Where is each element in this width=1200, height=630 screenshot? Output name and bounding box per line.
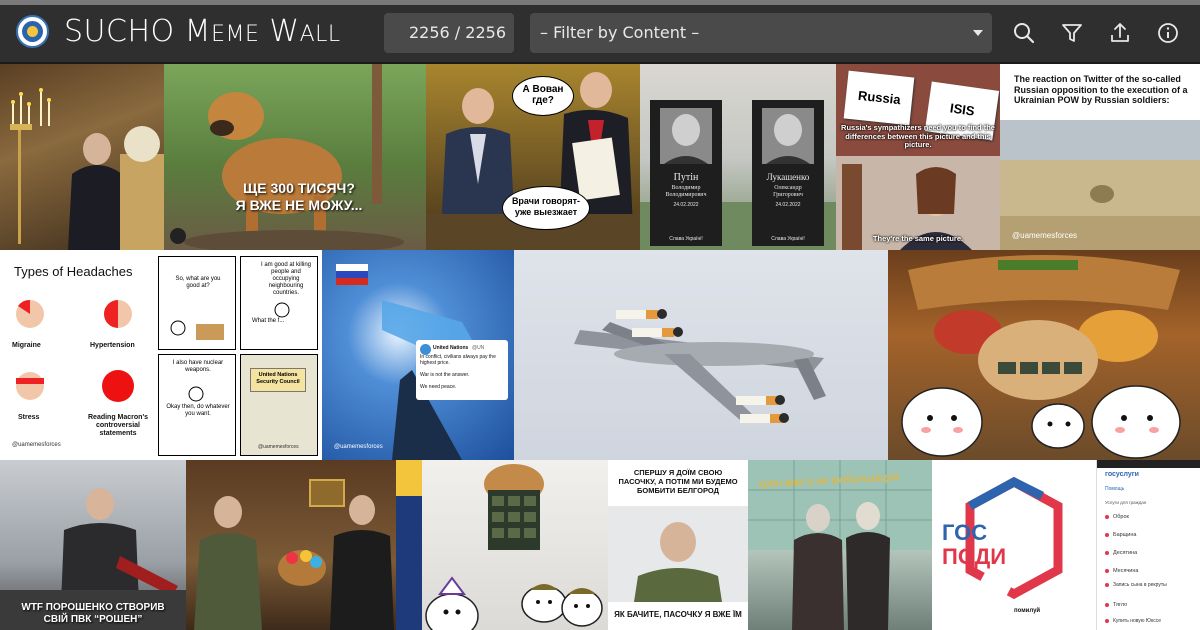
meme-tile-zaluzhny[interactable]: СПЕРШУ Я ДОЇМ СВОЮ ПАСОЧКУ, А ПОТІМ МИ Б… (608, 460, 748, 630)
meme-tile-comic[interactable]: So, what are you good at? I am good at k… (156, 250, 322, 460)
tile-illustration (10, 88, 164, 250)
meme-caption: WTF ПОРОШЕНКО СТВОРИВ СВІЙ ПВК “РОШЕН” (21, 602, 165, 625)
comic-panel-1 (158, 256, 236, 350)
filter-button[interactable] (1059, 20, 1085, 46)
tweet-caption: The reaction on Twitter of the so-called… (1014, 74, 1188, 105)
watermark-handle: @uamemesforces (1012, 231, 1078, 240)
app-title: SUCHO MEME WALL (64, 14, 341, 49)
meme-tile-zelensky-basket[interactable] (186, 460, 422, 630)
watermark-handle: @uamemesforces (12, 442, 61, 448)
watermark-icon (170, 228, 186, 244)
tweet-line-2: War is not the answer. (420, 372, 470, 378)
tile-illustration (901, 255, 1181, 459)
meme-tile-twitter-reaction[interactable]: The reaction on Twitter of the so-called… (1000, 64, 1200, 250)
tile-illustration (194, 460, 422, 630)
comic-text-4: United Nations Security Council (256, 372, 300, 385)
search-icon (1014, 23, 1035, 44)
tile-illustration (640, 100, 836, 250)
grave-right-sub: Олександр Григорович (773, 185, 803, 198)
sucho-logo[interactable] (16, 15, 49, 48)
bubble-text-1: А Вован где? (522, 84, 564, 106)
title-word-wall: WALL (269, 14, 341, 49)
meme-tile-gosuslugi-phone[interactable]: госуслуги Помощь Услуги для граждан Обро… (1096, 460, 1200, 630)
meme-tile-easter-basket[interactable] (888, 250, 1200, 460)
meme-tile-poroshenko[interactable]: WTF ПОРОШЕНКО СТВОРИВ СВІЙ ПВК “РОШЕН” (0, 460, 186, 630)
upload-button[interactable] (1107, 20, 1133, 46)
card-label-2: ISIS (949, 100, 976, 119)
comic-text-2b: What the f... (252, 318, 285, 324)
upload-icon (1111, 23, 1129, 42)
chevron-down-icon (973, 30, 983, 36)
title-word-meme: MEME (184, 14, 260, 49)
logo-subtitle: помилуй (1014, 608, 1041, 614)
grave-left-name: Путін (673, 172, 699, 183)
headache-label-4: Reading Macron's controversial statement… (88, 414, 149, 437)
meme-tile-headaches[interactable]: Types of Headaches Migraine Hypertension… (0, 250, 156, 460)
bubble-text-2: Врачи говорят- уже выезжает (511, 196, 581, 217)
tile-illustration (425, 464, 603, 630)
grave-right-name: Лукашенко (766, 172, 810, 182)
headache-label-1: Migraine (12, 342, 41, 349)
caption-top: СПЕРШУ Я ДОЇМ СВОЮ ПАСОЧКУ, А ПОТІМ МИ Б… (618, 468, 738, 495)
title-word-sucho: SUCHO (64, 14, 175, 49)
search-button[interactable] (1011, 20, 1037, 46)
item-counter[interactable]: 2256 / 2256 (384, 13, 514, 53)
tweet-text: In conflict, civilians always pay the hi… (420, 354, 496, 366)
comic-text-2: I am good at killing people and occupyin… (260, 262, 312, 296)
watermark-handle: @uamemesforces (334, 444, 383, 450)
info-icon (1158, 23, 1178, 43)
phone-list-icons (1105, 515, 1109, 623)
meme-tile-duma[interactable]: А Вован где? Врачи говорят- уже выезжает (426, 64, 640, 250)
grave-right-date: 24.02.2022 (775, 202, 801, 208)
caption-top: Russia's sympathizers need you to find t… (841, 123, 995, 149)
meme-wall: ЩЕ 300 ТИСЯЧ? Я ВЖЕ НЕ МОЖУ... А Вован г… (0, 64, 1200, 630)
comic-text-3: I also have nuclear weapons. (172, 360, 224, 373)
info-button[interactable] (1155, 20, 1181, 46)
comic-text-1: So, what are you good at? (175, 276, 221, 289)
logo-line-1: ГОС (942, 520, 988, 545)
meme-tile-water-pistol[interactable]: United Nations @UN In conflict, civilian… (322, 250, 514, 460)
headaches-title: Types of Headaches (14, 264, 133, 279)
headache-label-2: Hypertension (90, 342, 135, 349)
grave-left-sub: Володимир Володимирович (665, 185, 707, 198)
meme-tile-mobilization[interactable]: хрен вам а не мобилизация (748, 460, 932, 630)
caption-bottom: ЯК БАЧИТЕ, ПАСОЧКУ Я ВЖЕ ЇМ (614, 610, 742, 619)
tile-illustration (184, 64, 404, 250)
filter-icon (1062, 24, 1082, 42)
grave-left-date: 24.02.2022 (673, 202, 699, 208)
grave-left-epitaph: Слава Україні! (669, 236, 703, 242)
meme-tile-graves[interactable]: Путін Володимир Володимирович 24.02.2022… (640, 64, 836, 250)
logo-sun (27, 26, 38, 37)
meme-tile-church-candles[interactable] (0, 64, 164, 250)
logo-line-2: ПОДИ (942, 544, 1007, 569)
grave-right-epitaph: Слава Україні! (771, 236, 805, 242)
meme-tile-drone-cigarettes[interactable] (514, 250, 888, 460)
caption-bottom: They're the same picture. (872, 234, 964, 243)
tweet-name: United Nations (433, 345, 469, 351)
tile-illustration (574, 309, 826, 423)
comic-text-3b: Okay then, do whatever you want. (166, 404, 230, 417)
filter-placeholder: – Filter by Content – (540, 23, 700, 42)
meme-tile-dog[interactable]: ЩЕ 300 ТИСЯЧ? Я ВЖЕ НЕ МОЖУ... (164, 64, 426, 250)
app-header: SUCHO MEME WALL 2256 / 2256 – Filter by … (0, 5, 1200, 62)
tweet-handle: @UN (472, 345, 485, 351)
tweet-line-3: We need peace. (420, 384, 457, 390)
meme-tile-paska-mines[interactable] (422, 460, 608, 630)
meme-caption: ЩЕ 300 ТИСЯЧ? Я ВЖЕ НЕ МОЖУ... (235, 180, 363, 213)
meme-tile-same-picture[interactable]: Russia ISIS Russia's sympathizers need y… (836, 64, 1000, 250)
headache-label-3: Stress (18, 414, 40, 421)
meme-tile-gos-podi[interactable]: ГОС ПОДИ помилуй (932, 460, 1096, 630)
watermark-handle: @uamemesforces (258, 444, 299, 450)
content-filter-select[interactable]: – Filter by Content – (530, 13, 992, 53)
